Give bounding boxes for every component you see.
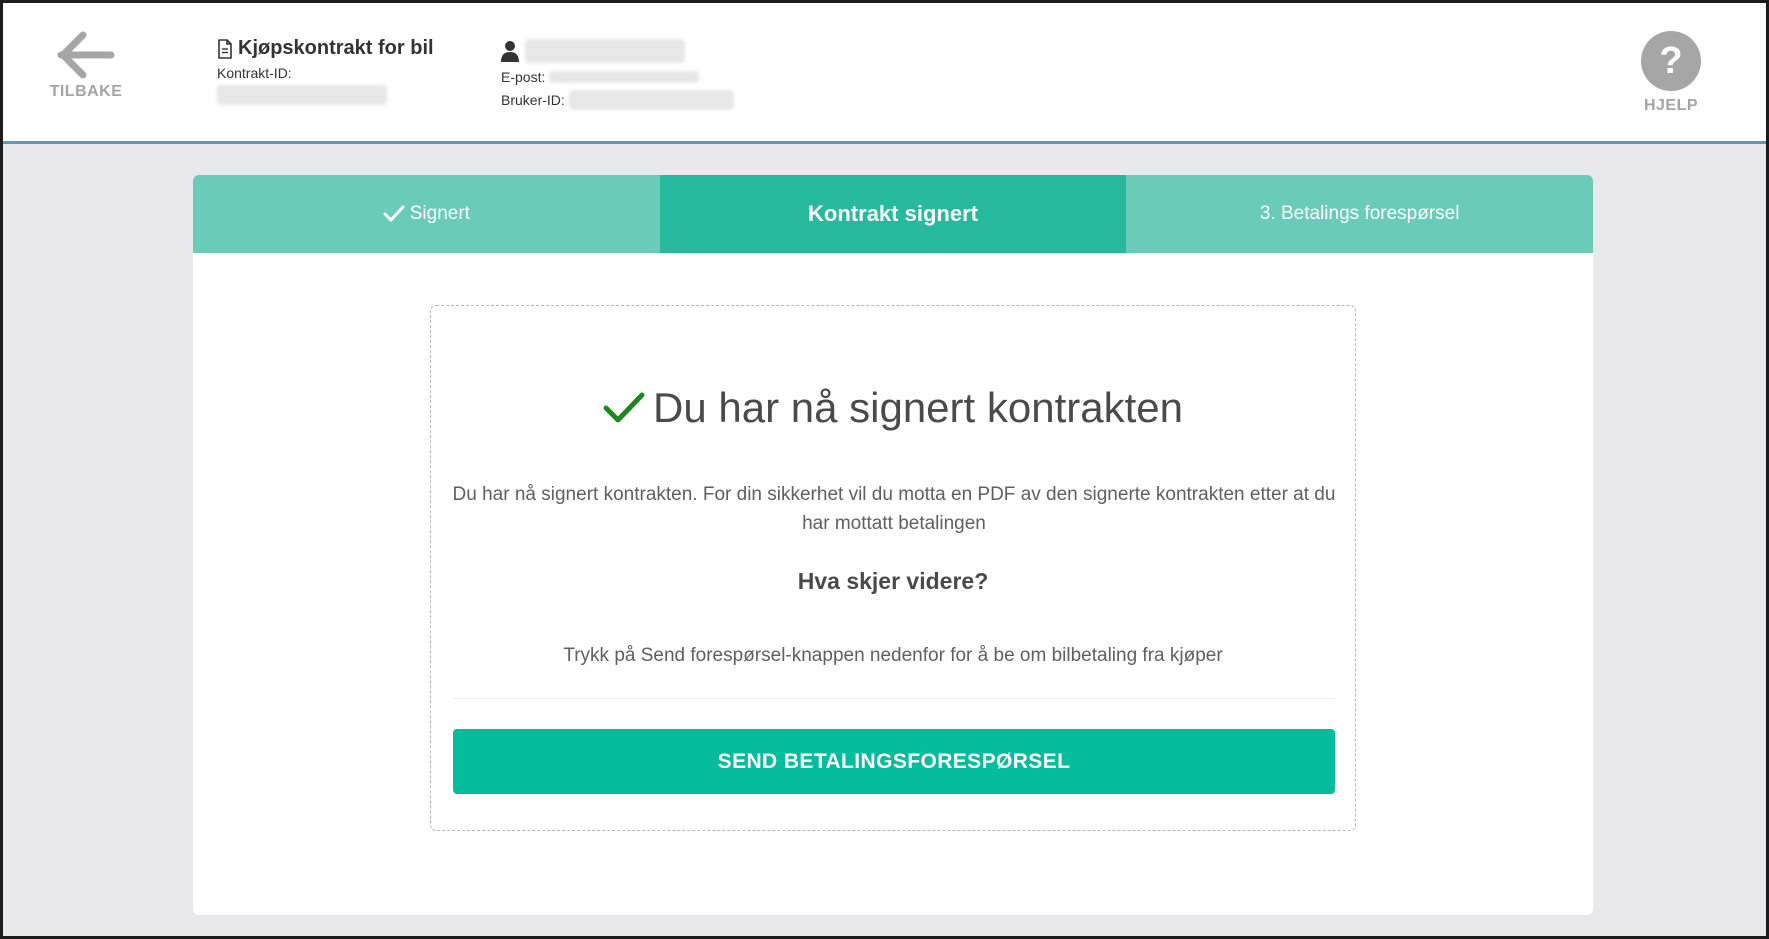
contract-title: Kjøpskontrakt for bil <box>238 37 434 59</box>
confirmation-box: Du har nå signert kontrakten Du har nå s… <box>430 305 1356 831</box>
user-name-row <box>501 37 734 65</box>
arrow-left-icon <box>57 31 115 79</box>
next-steps-heading: Hva skjer videre? <box>797 568 989 594</box>
user-info: E-post: Bruker-ID: <box>501 37 734 111</box>
step-contract-signed-label: Kontrakt signert <box>808 201 978 226</box>
step-contract-signed[interactable]: Kontrakt signert <box>659 175 1127 253</box>
app-frame: TILBAKE Kjøpskontrakt for bil Kontrakt-I… <box>3 3 1766 936</box>
email-value-redacted <box>549 70 700 83</box>
header: TILBAKE Kjøpskontrakt for bil Kontrakt-I… <box>3 3 1766 144</box>
help-label: HJELP <box>1643 97 1699 114</box>
user-name-redacted <box>525 39 685 63</box>
step-payment-request[interactable]: 3. Betalings forespørsel <box>1126 175 1593 253</box>
contract-id-value-redacted <box>217 85 387 105</box>
step-tabs: Signert Kontrakt signert 3. Betalings fo… <box>193 175 1593 253</box>
contract-id-label: Kontrakt-ID: <box>217 65 292 81</box>
send-payment-request-button[interactable]: SEND BETALINGSFORESPØRSEL <box>453 729 1335 794</box>
main-card: Signert Kontrakt signert 3. Betalings fo… <box>193 175 1593 915</box>
contract-title-row: Kjøpskontrakt for bil <box>217 37 434 60</box>
user-id-label: Bruker-ID: <box>501 91 565 108</box>
success-check-icon <box>603 392 645 423</box>
step-payment-request-label: 3. Betalings forespørsel <box>1259 203 1460 224</box>
help-button[interactable]: ? HJELP <box>1631 31 1711 115</box>
step-signed[interactable]: Signert <box>193 175 660 253</box>
back-button[interactable]: TILBAKE <box>39 31 133 115</box>
user-icon <box>501 41 519 62</box>
user-id-row: Bruker-ID: <box>501 88 734 111</box>
instruction-text: Trykk på Send forespørsel-knappen nedenf… <box>563 645 1223 666</box>
success-heading: Du har nå signert kontrakten <box>431 384 1355 432</box>
email-label: E-post: <box>501 68 546 85</box>
contract-info: Kjøpskontrakt for bil Kontrakt-ID: <box>217 37 434 110</box>
divider <box>453 698 1335 699</box>
step-signed-label: Signert <box>409 203 470 224</box>
user-id-value-redacted <box>568 89 734 110</box>
checkmark-icon <box>383 205 405 222</box>
question-mark-icon: ? <box>1641 31 1701 91</box>
description-text: Du har nå signert kontrakten. For din si… <box>452 484 1336 534</box>
success-title: Du har nå signert kontrakten <box>653 384 1183 431</box>
back-label: TILBAKE <box>49 83 123 100</box>
email-row: E-post: <box>501 65 734 88</box>
document-icon <box>218 38 232 59</box>
